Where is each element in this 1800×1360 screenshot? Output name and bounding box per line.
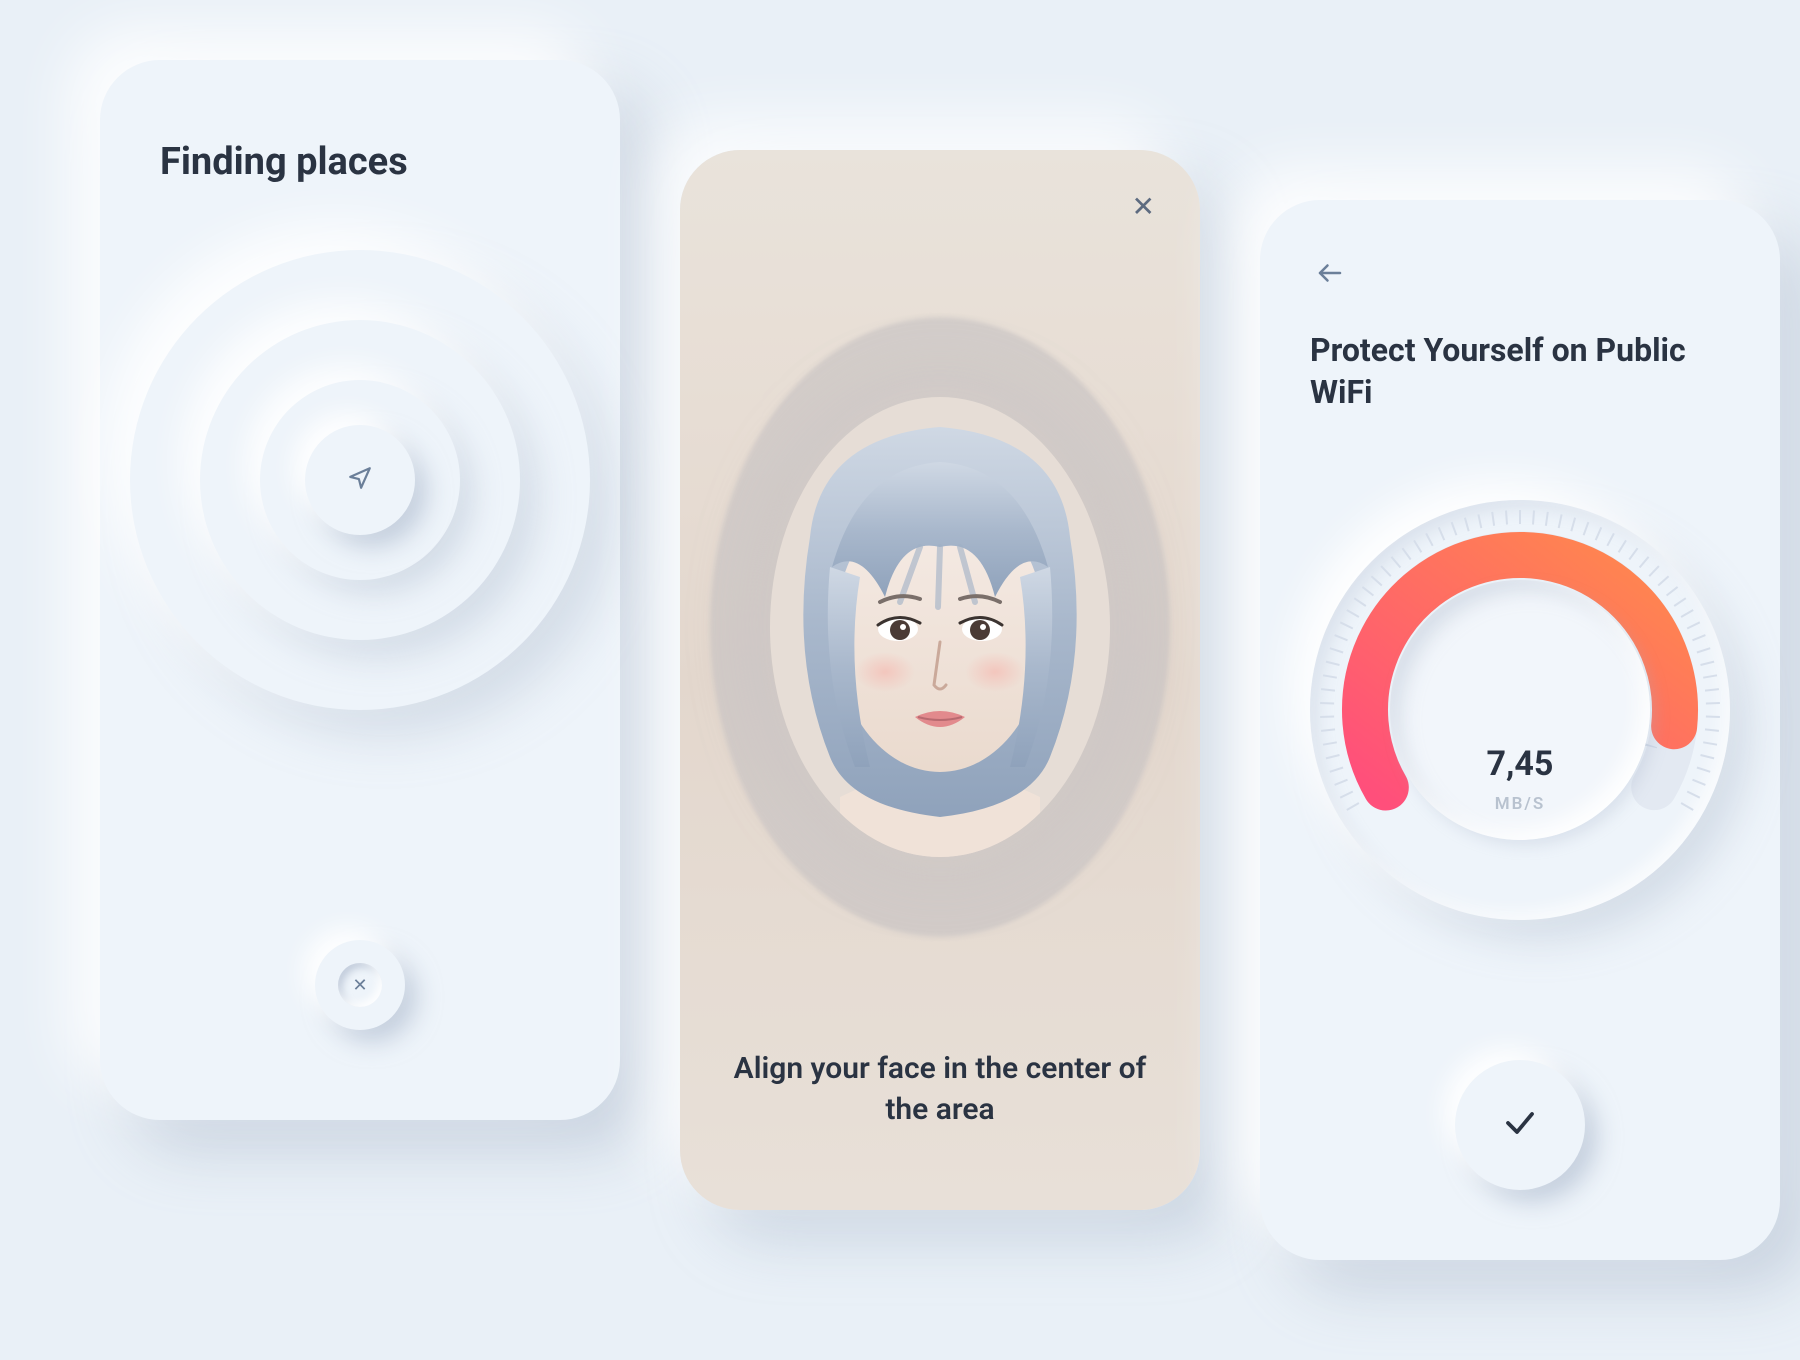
gauge-value: 7,45: [1310, 744, 1730, 784]
finding-places-title: Finding places: [160, 140, 408, 184]
cancel-button[interactable]: ✕: [315, 940, 405, 1030]
screen-face-align: ✕: [680, 150, 1200, 1210]
back-button[interactable]: [1310, 255, 1350, 295]
confirm-button[interactable]: [1455, 1060, 1585, 1190]
close-icon: ✕: [1132, 190, 1155, 223]
screen-wifi-speed: Protect Yourself on Public WiFi 7,45 MB/…: [1260, 200, 1780, 1260]
locate-button[interactable]: [305, 425, 415, 535]
screen-finding-places: Finding places ✕: [100, 60, 620, 1120]
gauge-unit: MB/S: [1310, 794, 1730, 814]
speed-gauge: 7,45 MB/S: [1310, 500, 1730, 920]
wifi-title: Protect Yourself on Public WiFi: [1310, 330, 1720, 413]
close-button[interactable]: ✕: [1132, 190, 1155, 223]
location-arrow-icon: [347, 465, 373, 495]
face-instruction: Align your face in the center of the are…: [680, 1049, 1200, 1130]
radar-rings: [130, 250, 590, 710]
close-icon: ✕: [338, 963, 382, 1007]
face-preview: [770, 397, 1110, 857]
check-icon: [1502, 1105, 1538, 1145]
arrow-left-icon: [1315, 258, 1345, 292]
